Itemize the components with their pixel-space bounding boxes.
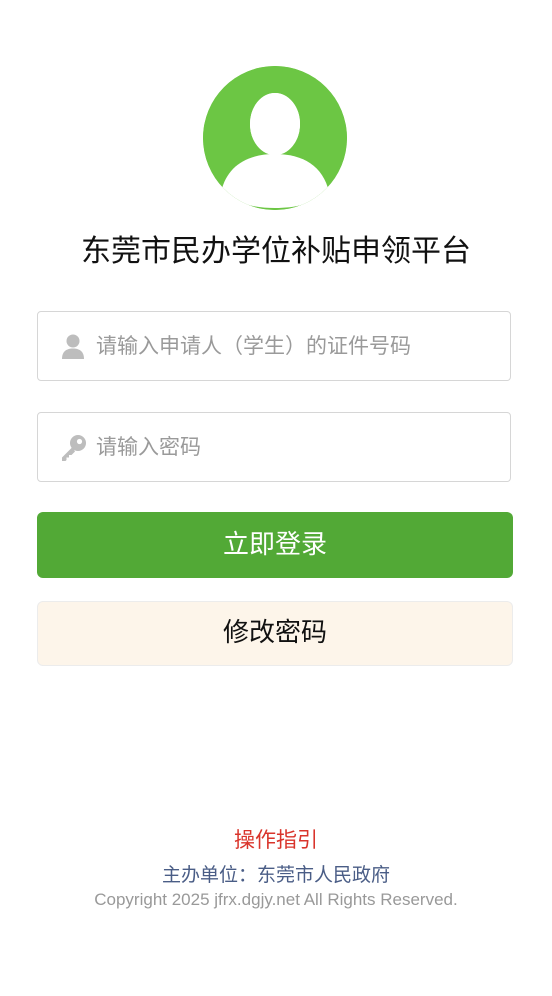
id-number-field[interactable]	[37, 311, 511, 381]
login-page: 东莞市民办学位补贴申领平台 立即登录 修改密码 操作指引 主办单位：东莞市人民政…	[0, 0, 552, 996]
user-avatar-icon	[203, 66, 347, 210]
guide-link[interactable]: 操作指引	[0, 824, 552, 854]
login-button[interactable]: 立即登录	[37, 512, 513, 578]
id-number-input[interactable]	[96, 312, 496, 380]
password-field[interactable]	[37, 412, 511, 482]
password-input[interactable]	[96, 413, 496, 481]
person-icon	[58, 332, 88, 362]
copyright-text: Copyright 2025 jfrx.dgjy.net All Rights …	[94, 890, 458, 909]
change-password-button[interactable]: 修改密码	[37, 601, 513, 666]
key-icon	[58, 433, 88, 463]
page-title: 东莞市民办学位补贴申领平台	[81, 234, 471, 269]
sponsor-text: 主办单位：东莞市人民政府	[161, 864, 390, 886]
